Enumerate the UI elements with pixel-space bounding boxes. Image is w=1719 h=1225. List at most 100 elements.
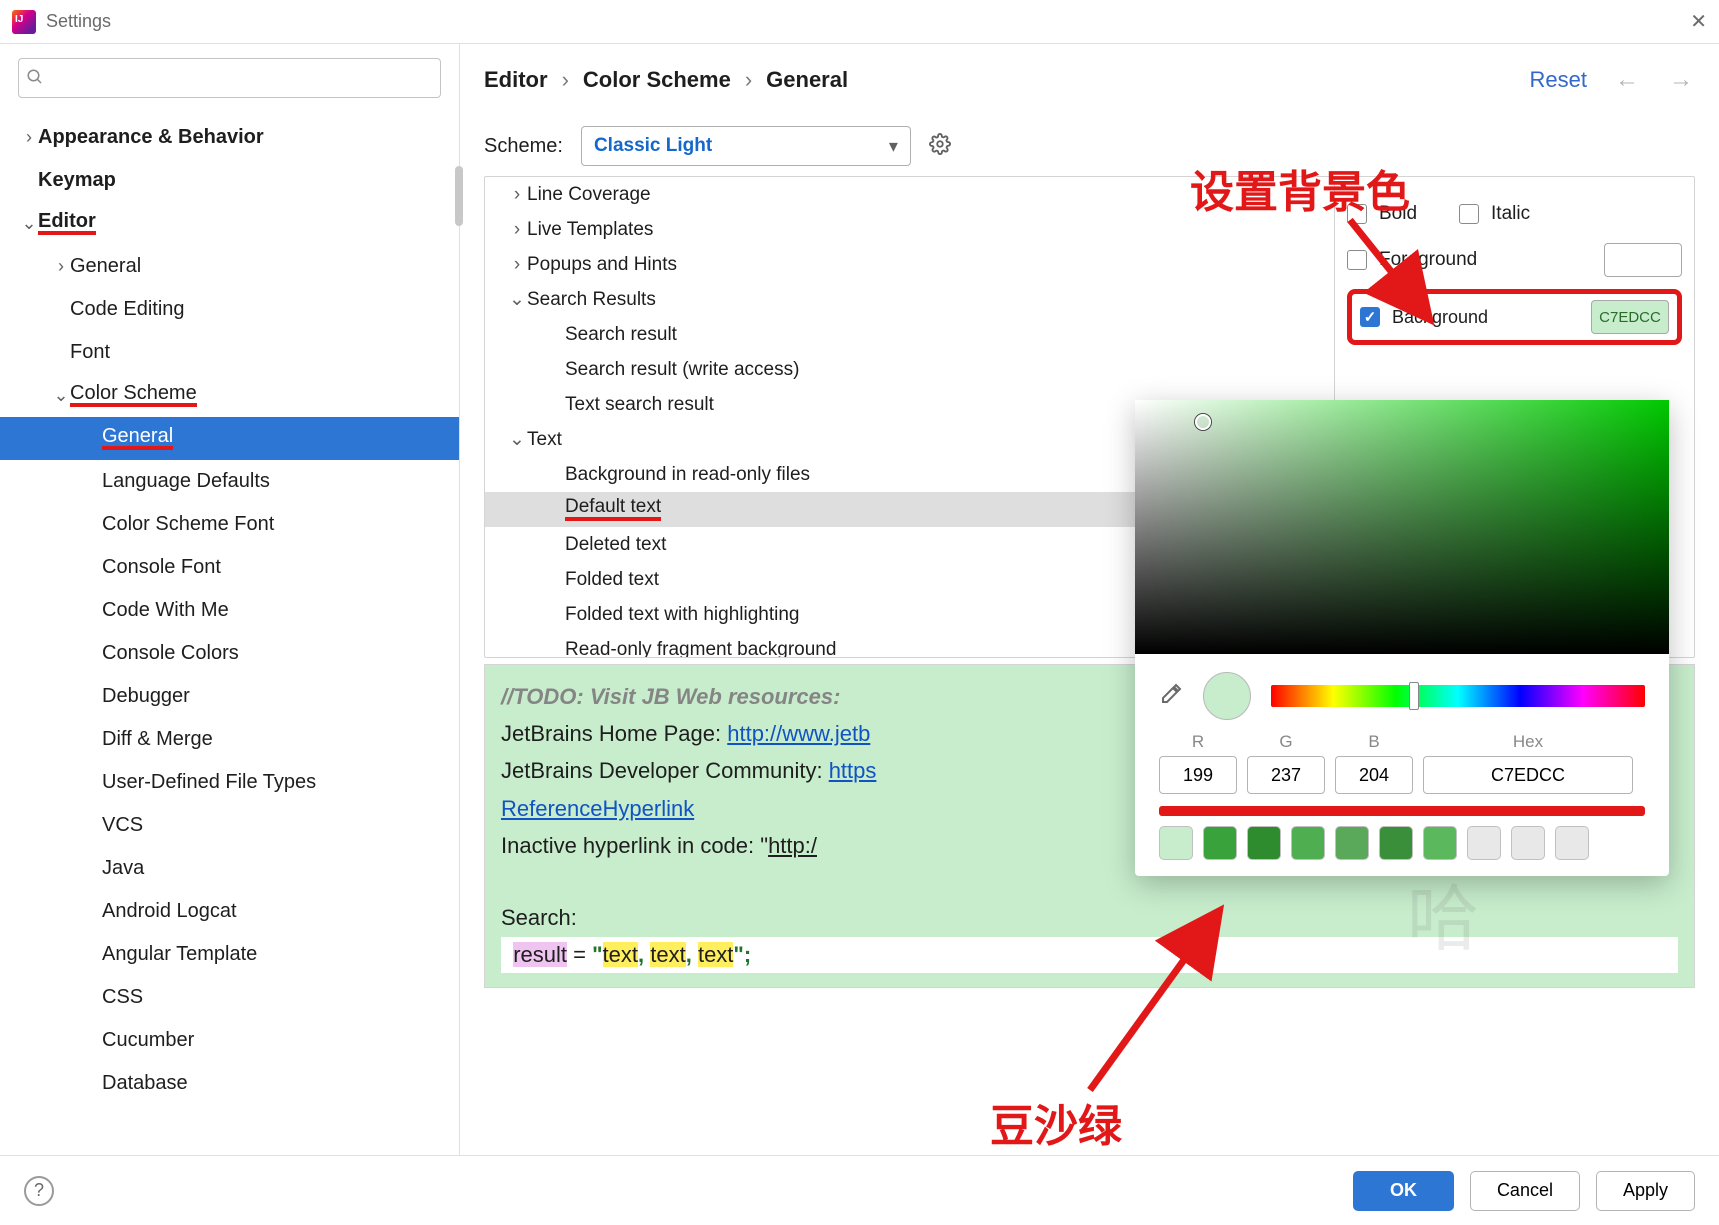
sidebar-item-android-logcat[interactable]: Android Logcat	[0, 890, 459, 933]
tree-item-search-result[interactable]: Search result	[485, 317, 1334, 352]
settings-nav: ›Appearance & BehaviorKeymap⌄Editor›Gene…	[0, 112, 459, 1155]
sidebar-item-font[interactable]: Font	[0, 331, 459, 374]
chevron-icon: ›	[52, 256, 70, 277]
tree-item-search-result-write-access-[interactable]: Search result (write access)	[485, 352, 1334, 387]
sidebar-item-editor[interactable]: ⌄Editor	[0, 202, 459, 245]
color-preset[interactable]	[1247, 826, 1281, 860]
sidebar-item-label: Color Scheme	[70, 384, 197, 407]
search-icon	[26, 68, 44, 86]
hue-slider[interactable]	[1271, 685, 1645, 707]
tree-item-label: Search result	[565, 324, 677, 346]
gear-icon[interactable]	[929, 133, 951, 160]
b-input[interactable]	[1335, 756, 1413, 794]
search-input[interactable]	[18, 58, 441, 98]
reset-link[interactable]: Reset	[1530, 67, 1587, 93]
sidebar-item-label: Appearance & Behavior	[38, 126, 264, 149]
foreground-checkbox[interactable]	[1347, 250, 1367, 270]
eyedropper-icon[interactable]	[1159, 682, 1183, 711]
sidebar-item-label: Language Defaults	[102, 470, 270, 493]
italic-checkbox[interactable]	[1459, 204, 1479, 224]
background-checkbox[interactable]	[1360, 307, 1380, 327]
sidebar-item-user-defined-file-types[interactable]: User-Defined File Types	[0, 761, 459, 804]
sidebar-item-label: Editor	[38, 212, 96, 235]
hex-input[interactable]	[1423, 756, 1633, 794]
nav-back-icon[interactable]: ←	[1613, 66, 1641, 94]
preview-line: Inactive hyperlink in code: "http:/	[501, 833, 817, 858]
cancel-button[interactable]: Cancel	[1470, 1171, 1580, 1211]
sidebar-item-color-scheme-font[interactable]: Color Scheme Font	[0, 503, 459, 546]
sidebar-item-general[interactable]: General	[0, 417, 459, 460]
sidebar-item-keymap[interactable]: Keymap	[0, 159, 459, 202]
chevron-right-icon: ›	[562, 67, 569, 93]
preview-link[interactable]: https	[829, 758, 877, 783]
tree-item-label: Search result (write access)	[565, 359, 799, 381]
preview-line: //TODO: Visit JB Web resources:	[501, 684, 840, 709]
chevron-icon: ›	[507, 254, 527, 276]
tree-item-line-coverage[interactable]: ›Line Coverage	[485, 177, 1334, 212]
chevron-icon: ›	[507, 184, 527, 206]
sidebar-item-language-defaults[interactable]: Language Defaults	[0, 460, 459, 503]
help-icon[interactable]: ?	[24, 1176, 54, 1206]
title-bar: Settings ✕	[0, 0, 1719, 44]
breadcrumb-color-scheme[interactable]: Color Scheme	[583, 67, 731, 93]
sidebar-item-diff-merge[interactable]: Diff & Merge	[0, 718, 459, 761]
g-input[interactable]	[1247, 756, 1325, 794]
color-preset[interactable]	[1379, 826, 1413, 860]
color-preset[interactable]	[1467, 826, 1501, 860]
sidebar-item-console-font[interactable]: Console Font	[0, 546, 459, 589]
b-label: B	[1368, 732, 1379, 752]
preview-line: JetBrains Developer Community: https	[501, 758, 876, 783]
tree-item-popups-and-hints[interactable]: ›Popups and Hints	[485, 247, 1334, 282]
breadcrumb-editor[interactable]: Editor	[484, 67, 548, 93]
preview-link[interactable]: ReferenceHyperlink	[501, 796, 694, 821]
bold-checkbox[interactable]	[1347, 204, 1367, 224]
sidebar-item-label: General	[102, 427, 173, 450]
sidebar-item-general[interactable]: ›General	[0, 245, 459, 288]
sidebar-item-database[interactable]: Database	[0, 1062, 459, 1105]
sidebar-item-cucumber[interactable]: Cucumber	[0, 1019, 459, 1062]
tree-item-label: Default text	[565, 498, 661, 520]
color-preset[interactable]	[1159, 826, 1193, 860]
sidebar-item-label: CSS	[102, 986, 143, 1009]
sidebar-item-code-editing[interactable]: Code Editing	[0, 288, 459, 331]
tree-item-live-templates[interactable]: ›Live Templates	[485, 212, 1334, 247]
r-input[interactable]	[1159, 756, 1237, 794]
color-preset[interactable]	[1423, 826, 1457, 860]
preview-link[interactable]: http://www.jetb	[727, 721, 870, 746]
bold-label: Bold	[1379, 203, 1417, 225]
tree-item-label: Folded text	[565, 569, 659, 591]
sidebar-item-debugger[interactable]: Debugger	[0, 675, 459, 718]
sidebar-item-color-scheme[interactable]: ⌄Color Scheme	[0, 374, 459, 417]
sidebar-item-code-with-me[interactable]: Code With Me	[0, 589, 459, 632]
sidebar-item-appearance-behavior[interactable]: ›Appearance & Behavior	[0, 116, 459, 159]
color-preset[interactable]	[1335, 826, 1369, 860]
color-preset[interactable]	[1291, 826, 1325, 860]
color-preset[interactable]	[1511, 826, 1545, 860]
close-icon[interactable]: ✕	[1690, 9, 1707, 34]
color-preset[interactable]	[1555, 826, 1589, 860]
background-row-highlight: Background C7EDCC	[1347, 289, 1682, 345]
apply-button[interactable]: Apply	[1596, 1171, 1695, 1211]
ok-button[interactable]: OK	[1353, 1171, 1454, 1211]
sidebar-item-vcs[interactable]: VCS	[0, 804, 459, 847]
foreground-swatch[interactable]	[1604, 243, 1682, 277]
chevron-icon: ⌄	[507, 288, 527, 311]
color-presets	[1135, 826, 1669, 860]
tree-item-search-results[interactable]: ⌄Search Results	[485, 282, 1334, 317]
color-preset[interactable]	[1203, 826, 1237, 860]
scheme-select[interactable]: Classic Light ▾	[581, 126, 911, 166]
background-label: Background	[1392, 307, 1488, 328]
chevron-icon: ⌄	[20, 213, 38, 234]
saturation-area[interactable]	[1135, 400, 1669, 654]
sidebar-item-console-colors[interactable]: Console Colors	[0, 632, 459, 675]
sidebar-item-css[interactable]: CSS	[0, 976, 459, 1019]
sidebar-item-java[interactable]: Java	[0, 847, 459, 890]
foreground-label: Foreground	[1379, 249, 1477, 271]
saturation-cursor-icon[interactable]	[1195, 414, 1211, 430]
sidebar-item-angular-template[interactable]: Angular Template	[0, 933, 459, 976]
dialog-footer: ? OK Cancel Apply	[0, 1155, 1719, 1225]
nav-forward-icon[interactable]: →	[1667, 66, 1695, 94]
background-swatch[interactable]: C7EDCC	[1591, 300, 1669, 334]
breadcrumb: Editor › Color Scheme › General Reset ← …	[484, 58, 1695, 102]
hue-thumb[interactable]	[1409, 682, 1419, 710]
